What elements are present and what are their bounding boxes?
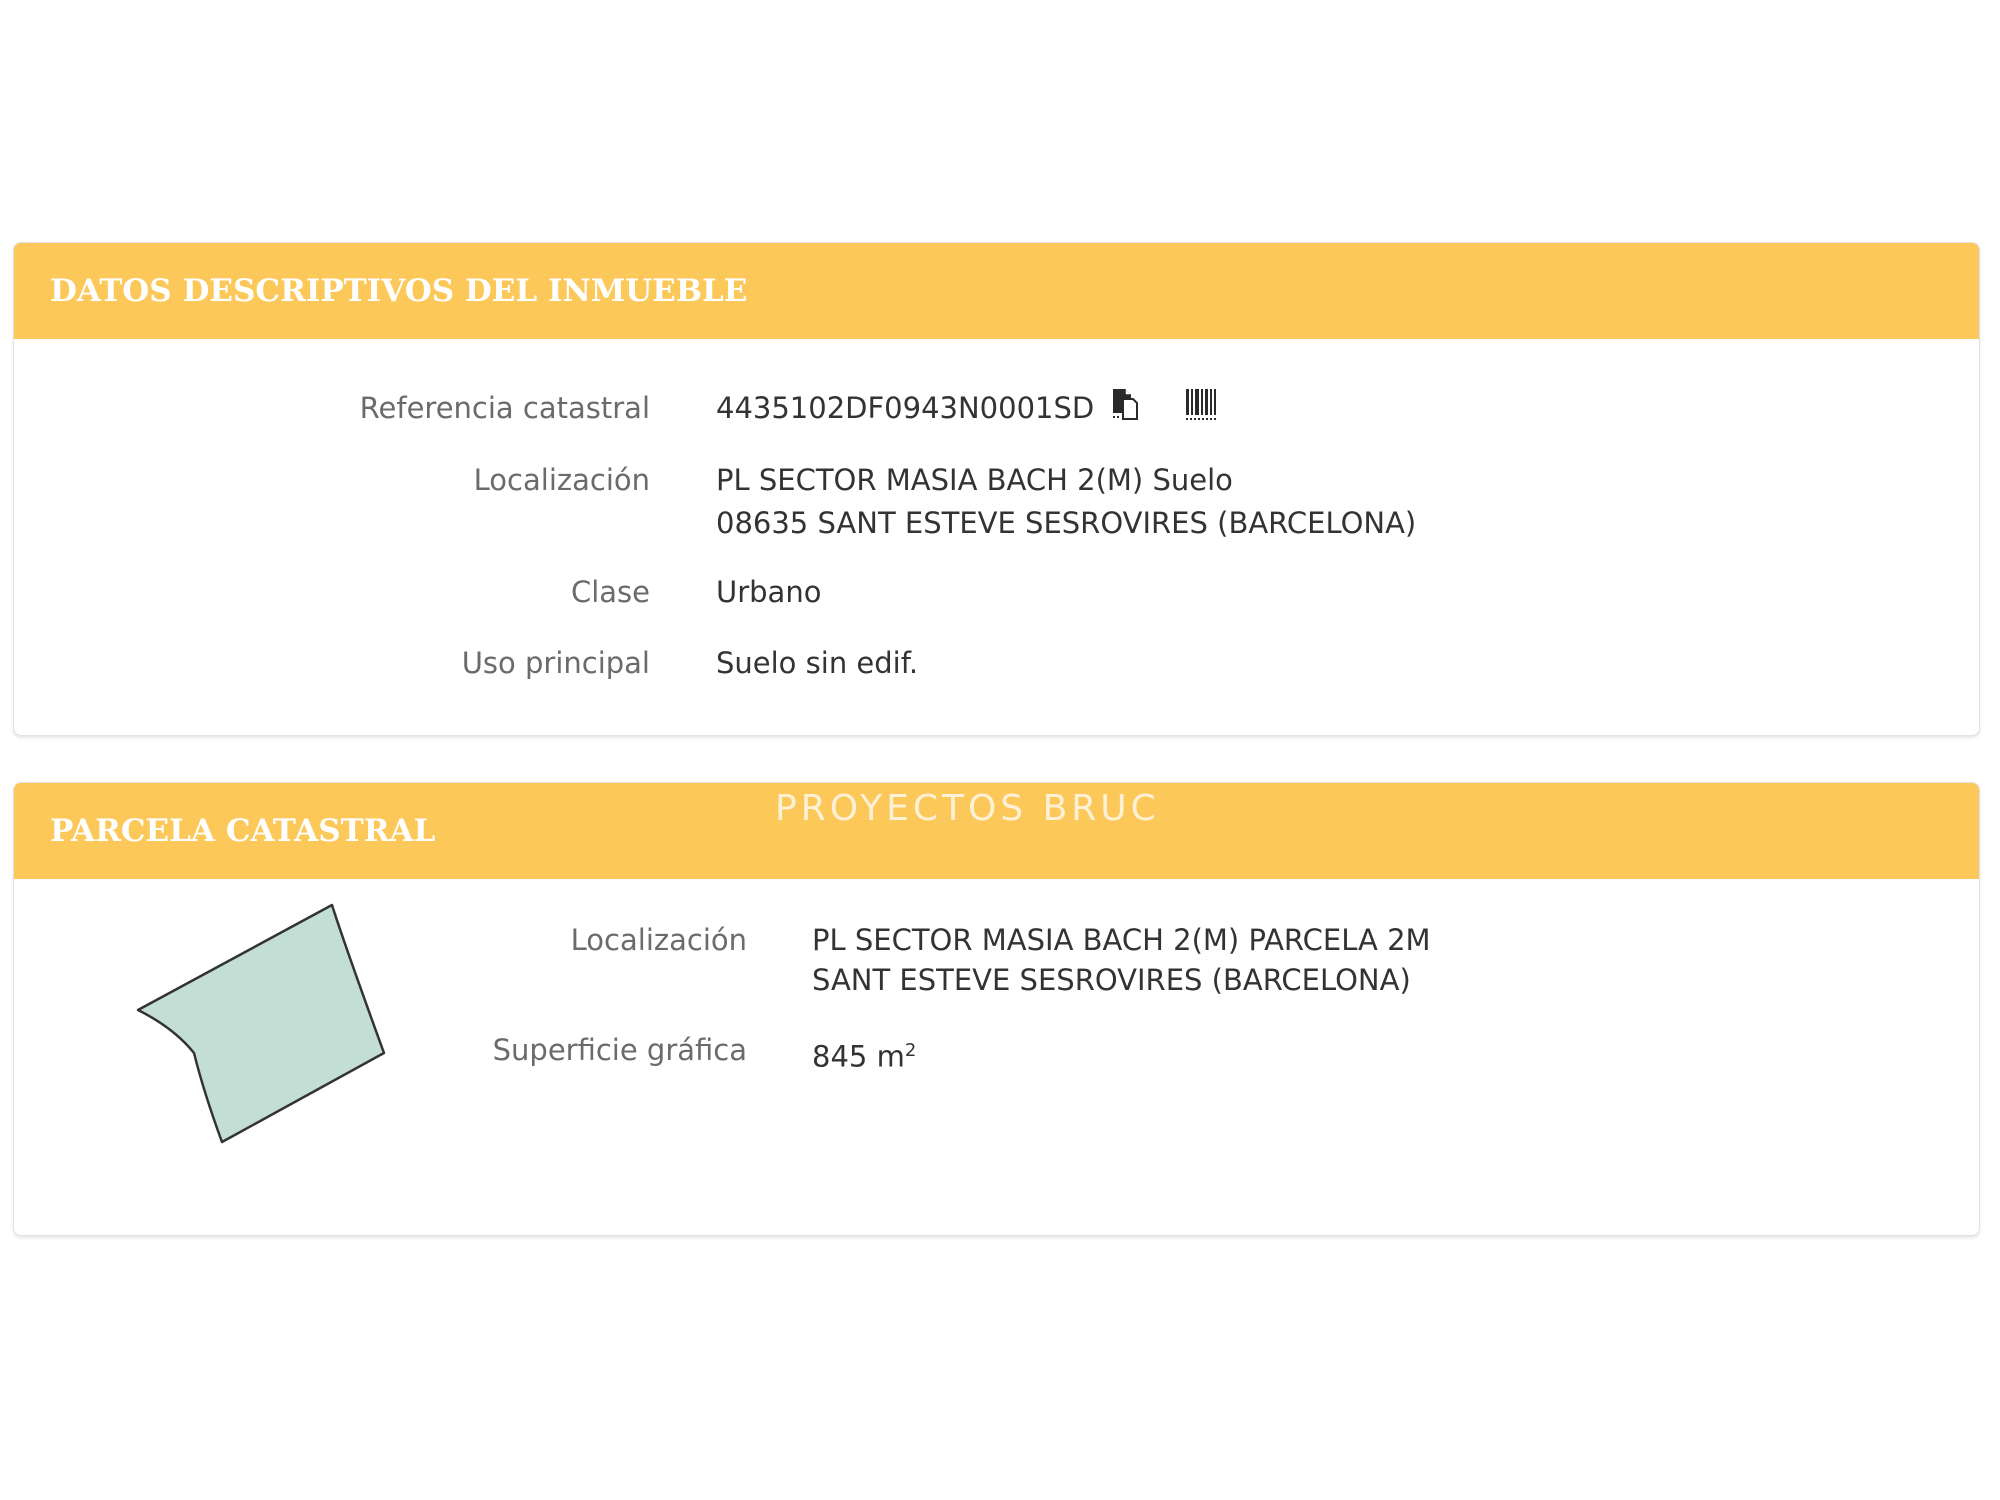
watermark-text: PROYECTOS BRUC bbox=[775, 788, 1160, 829]
clase-value: Urbano bbox=[716, 575, 822, 609]
parcela-localizacion-line1: PL SECTOR MASIA BACH 2(M) PARCELA 2M bbox=[812, 923, 1431, 957]
parcela-localizacion-label: Localización bbox=[570, 923, 747, 957]
localizacion-label: Localización bbox=[473, 463, 650, 497]
parcela-panel-title: PARCELA CATASTRAL bbox=[50, 813, 436, 849]
superficie-value-wrap: 845 m2 bbox=[812, 1029, 916, 1079]
parcela-catastral-panel: PARCELA CATASTRAL Localización PL SECTOR… bbox=[13, 782, 1980, 1236]
superficie-label: Superficie gráfica bbox=[492, 1033, 747, 1067]
copy-icon[interactable] bbox=[1109, 387, 1141, 433]
clase-label: Clase bbox=[570, 575, 650, 609]
referencia-value[interactable]: 4435102DF0943N0001SD bbox=[716, 391, 1094, 425]
referencia-value-wrap: 4435102DF0943N0001SD bbox=[716, 387, 1217, 433]
uso-label: Uso principal bbox=[461, 646, 650, 680]
parcel-shape bbox=[136, 903, 386, 1144]
superficie-value: 845 m bbox=[812, 1039, 905, 1074]
superficie-unit-exp: 2 bbox=[904, 1040, 917, 1061]
datos-panel-header: DATOS DESCRIPTIVOS DEL INMUEBLE bbox=[14, 243, 1979, 339]
localizacion-line1: PL SECTOR MASIA BACH 2(M) Suelo bbox=[716, 463, 1233, 497]
datos-descriptivos-panel: DATOS DESCRIPTIVOS DEL INMUEBLE Referenc… bbox=[13, 242, 1980, 736]
uso-value: Suelo sin edif. bbox=[716, 646, 919, 680]
localizacion-line2: 08635 SANT ESTEVE SESROVIRES (BARCELONA) bbox=[716, 506, 1417, 540]
barcode-icon[interactable] bbox=[1185, 387, 1217, 433]
datos-panel-title: DATOS DESCRIPTIVOS DEL INMUEBLE bbox=[50, 273, 748, 309]
referencia-label: Referencia catastral bbox=[359, 391, 650, 425]
parcela-localizacion-line2: SANT ESTEVE SESROVIRES (BARCELONA) bbox=[812, 963, 1411, 997]
